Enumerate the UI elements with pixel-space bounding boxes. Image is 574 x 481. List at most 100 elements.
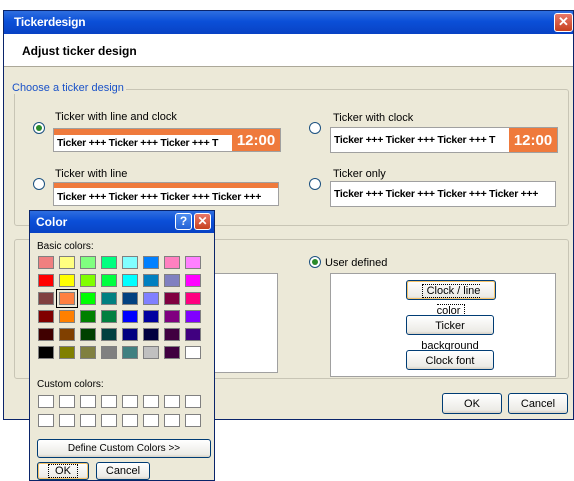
color-swatch[interactable] [143,328,159,341]
color-cancel-button[interactable]: Cancel [96,462,150,480]
custom-color-slot[interactable] [164,414,180,427]
color-swatch[interactable] [59,310,75,323]
option-label-only: Ticker only [333,168,386,180]
color-swatch[interactable] [143,292,159,305]
radio-user-defined[interactable] [309,256,321,268]
custom-color-slot[interactable] [38,414,54,427]
close-icon[interactable]: ✕ [194,213,211,230]
color-swatch[interactable] [122,274,138,287]
color-swatch[interactable] [122,292,138,305]
preview-clock: Ticker +++ Ticker +++ Ticker +++ T 12:00 [330,127,558,153]
clock-font-button[interactable]: Clock font [406,350,494,370]
color-swatch[interactable] [38,274,54,287]
color-swatch[interactable] [185,292,201,305]
color-swatch[interactable] [185,274,201,287]
color-swatch[interactable] [122,310,138,323]
color-swatch[interactable] [164,256,180,269]
color-swatch[interactable] [38,328,54,341]
color-swatch[interactable] [164,292,180,305]
ticker-background-button[interactable]: Ticker background [406,315,494,352]
help-icon[interactable]: ? [175,213,192,230]
color-swatch[interactable] [59,256,75,269]
ticker-text: Ticker +++ Ticker +++ Ticker +++ T [57,137,219,149]
cancel-button[interactable]: Cancel [508,393,568,414]
left-color-panel [212,273,278,373]
color-swatch[interactable] [143,346,159,359]
custom-color-slot[interactable] [59,395,75,408]
custom-colors-grid [38,395,208,431]
custom-color-slot[interactable] [101,395,117,408]
dialog-header: Adjust ticker design [4,34,573,67]
color-swatch[interactable] [101,328,117,341]
color-dialog-title: Color [36,215,68,229]
user-defined-label: User defined [325,257,388,269]
color-swatch[interactable] [38,292,54,305]
custom-color-slot[interactable] [101,414,117,427]
color-swatch[interactable] [143,256,159,269]
clock-display: 12:00 [232,129,280,151]
color-swatch[interactable] [164,346,180,359]
color-swatch[interactable] [185,256,201,269]
radio-ticker-only[interactable] [309,178,321,190]
radio-ticker-clock[interactable] [309,122,321,134]
color-swatch[interactable] [122,328,138,341]
custom-color-slot[interactable] [122,414,138,427]
custom-color-slot[interactable] [38,395,54,408]
color-swatch[interactable] [164,310,180,323]
radio-ticker-line[interactable] [33,178,45,190]
color-swatch[interactable] [38,310,54,323]
custom-color-slot[interactable] [122,395,138,408]
radio-ticker-line-clock[interactable] [33,122,45,134]
color-swatch[interactable] [143,274,159,287]
color-swatch[interactable] [59,328,75,341]
window-titlebar[interactable]: Tickerdesign ✕ [4,11,573,34]
color-swatch[interactable] [59,274,75,287]
custom-color-slot[interactable] [185,395,201,408]
clock-line-color-button[interactable]: Clock / line color [406,280,496,318]
preview-line: Ticker +++ Ticker +++ Ticker +++ Ticker … [53,182,279,206]
custom-color-slot[interactable] [59,414,75,427]
ticker-design-group-label: Choose a ticker design [10,82,126,94]
define-custom-colors-button[interactable]: Define Custom Colors >> [37,439,211,458]
color-swatch[interactable] [80,292,96,305]
basic-colors-label: Basic colors: [37,241,94,252]
ticker-text: Ticker +++ Ticker +++ Ticker +++ Ticker … [334,188,539,200]
color-swatch[interactable] [101,310,117,323]
custom-color-slot[interactable] [143,414,159,427]
custom-color-slot[interactable] [164,395,180,408]
color-swatch[interactable] [185,346,201,359]
ticker-text: Ticker +++ Ticker +++ Ticker +++ T [334,134,496,146]
color-ok-button[interactable]: OK [37,462,89,480]
close-icon[interactable]: ✕ [554,13,573,32]
color-swatch[interactable] [56,289,78,308]
color-swatch[interactable] [59,346,75,359]
color-swatch[interactable] [80,346,96,359]
color-swatch[interactable] [143,310,159,323]
color-swatch[interactable] [80,256,96,269]
color-swatch[interactable] [122,346,138,359]
custom-color-slot[interactable] [80,414,96,427]
color-swatch[interactable] [185,310,201,323]
color-swatch[interactable] [122,256,138,269]
color-swatch[interactable] [38,346,54,359]
color-swatch[interactable] [164,328,180,341]
color-dialog-titlebar[interactable]: Color ? ✕ [30,211,214,233]
option-label-line-clock: Ticker with line and clock [55,111,177,123]
color-swatch[interactable] [101,256,117,269]
ticker-text: Ticker +++ Ticker +++ Ticker +++ Ticker … [57,191,262,203]
color-swatch[interactable] [101,346,117,359]
page-title: Adjust ticker design [22,44,137,58]
custom-color-slot[interactable] [185,414,201,427]
color-swatch[interactable] [164,274,180,287]
color-swatch[interactable] [80,274,96,287]
color-swatch[interactable] [101,292,117,305]
color-swatch[interactable] [101,274,117,287]
color-swatch[interactable] [80,310,96,323]
custom-color-slot[interactable] [143,395,159,408]
color-swatch[interactable] [38,256,54,269]
ok-button[interactable]: OK [442,393,502,414]
color-swatch[interactable] [185,328,201,341]
color-swatch[interactable] [80,328,96,341]
clock-display: 12:00 [509,128,557,152]
custom-color-slot[interactable] [80,395,96,408]
